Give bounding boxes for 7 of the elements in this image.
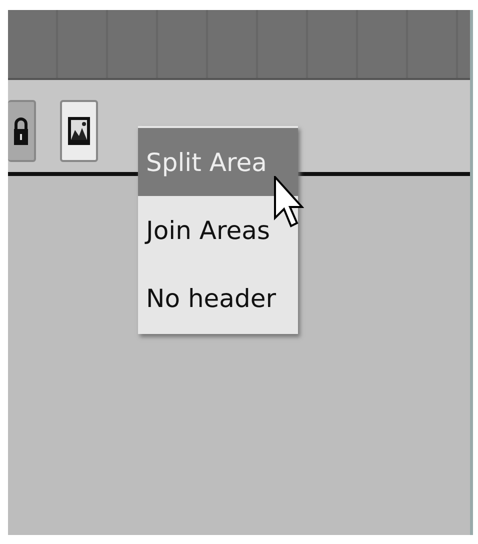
menu-item[interactable]: No header <box>138 264 298 332</box>
image-button[interactable] <box>60 100 98 162</box>
lock-button[interactable] <box>8 100 36 162</box>
lock-icon <box>13 116 29 146</box>
menu-item[interactable]: Join Areas <box>138 196 298 264</box>
menu-item[interactable]: Split Area <box>138 128 298 196</box>
image-icon <box>67 116 91 146</box>
